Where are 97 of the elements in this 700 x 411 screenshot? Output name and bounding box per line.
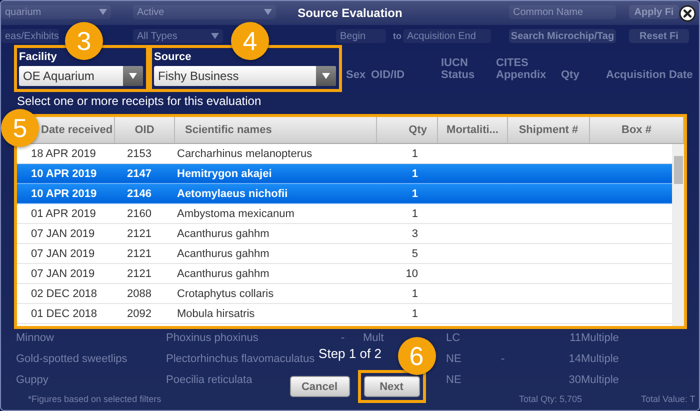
- table-row[interactable]: 10 APR 2019 2146 Aetomylaeus nichofii 1: [17, 184, 672, 204]
- table-cell: -: [501, 352, 505, 367]
- table-cell: Plectorhinchus flavomaculatus: [166, 352, 315, 367]
- next-button[interactable]: Next: [364, 376, 420, 397]
- table-cell: NE: [446, 373, 462, 388]
- column-header: OID/ID: [371, 69, 406, 81]
- table-cell-text: 07 JAN 2019: [30, 228, 96, 240]
- table-cell-text: 1: [410, 288, 419, 300]
- table-cell: LC: [446, 331, 460, 346]
- input-field[interactable]: Acquisition End: [403, 29, 491, 43]
- column-header: Sex: [346, 69, 367, 81]
- table-cell-text: 01 DEC 2018: [30, 308, 98, 320]
- table-cell-text: Crotaphytus collaris: [176, 288, 275, 300]
- table-cell: 14: [568, 352, 581, 367]
- table-cell: Multiple: [581, 352, 619, 367]
- total-value: Total Value: T: [641, 394, 696, 404]
- dropdown[interactable]: All Types: [133, 29, 223, 43]
- input-field[interactable]: Begin: [336, 29, 386, 43]
- table-cell-text: Ambystoma mexicanum: [176, 208, 296, 220]
- table-cell-text: Carcharhinus melanopterus: [176, 148, 314, 160]
- table-cell: Multiple: [581, 373, 619, 388]
- table-cell: 11: [570, 331, 581, 346]
- table-cell-text: 2160: [126, 208, 152, 220]
- column-header: IUCN Status: [441, 57, 476, 81]
- table-cell-text: 2121: [126, 268, 152, 280]
- step-indicator: Step 1 of 2: [318, 346, 382, 362]
- dropdown[interactable]: Fishy Business: [154, 66, 336, 86]
- table-cell: Minnow: [16, 331, 54, 346]
- table-cell: Poecilia reticulata: [166, 373, 252, 388]
- column-header[interactable]: Scientific names: [185, 124, 272, 136]
- table-cell-text: 07 JAN 2019: [30, 248, 96, 260]
- footnote: *Figures based on selected filters: [28, 394, 162, 404]
- callout-number: 5: [1, 109, 39, 147]
- table-cell-text: 01 APR 2019: [30, 208, 97, 220]
- table-cell-text: 10 APR 2019: [30, 188, 98, 200]
- table-cell-text: Mobula hirsatris: [176, 308, 256, 320]
- table-cell-text: Hemitrygon akajei: [176, 168, 273, 180]
- instruction-text: Select one or more receipts for this evaluation: [17, 94, 262, 108]
- table-cell: Mult: [363, 331, 384, 346]
- table-cell: Guppy: [16, 373, 48, 388]
- caret-icon: [211, 33, 219, 39]
- column-header: CITES Appendix: [496, 57, 548, 81]
- dropdown[interactable]: OE Aquarium: [19, 66, 143, 86]
- table-cell: Gold-spotted sweetlips: [16, 352, 128, 367]
- table-cell: Phoxinus phoxinus: [166, 331, 258, 346]
- field-label: Facility: [19, 51, 58, 64]
- column-header: Qty: [561, 69, 580, 81]
- close-icon[interactable]: [679, 5, 696, 22]
- filter-button[interactable]: Search Microchip/Tag: [509, 29, 616, 43]
- callout-number: 4: [231, 22, 269, 60]
- total-quantity: Total Qty: 5,705: [519, 394, 584, 404]
- column-header[interactable]: Shipment #: [518, 124, 578, 136]
- table-cell-text: 1: [410, 308, 419, 320]
- table-cell-text: 10: [404, 268, 419, 280]
- column-header[interactable]: Mortaliti...: [446, 124, 498, 136]
- table-cell-text: 1: [410, 208, 419, 220]
- table-cell-text: Acanthurus gahhm: [176, 228, 270, 240]
- table-cell-text: 07 JAN 2019: [30, 268, 96, 280]
- table-cell: Multiple: [581, 331, 619, 346]
- table-cell-text: 1: [410, 148, 419, 160]
- table-row[interactable]: 10 APR 2019 2147 Hemitrygon akajei 1: [17, 164, 672, 184]
- caret-icon: [129, 73, 137, 79]
- table-cell-text: 2121: [126, 228, 152, 240]
- table-cell-text: 3: [410, 228, 419, 240]
- field-label: Source: [154, 51, 192, 64]
- table-cell-text: 10 APR 2019: [30, 168, 98, 180]
- table-cell-text: Acanthurus gahhm: [176, 248, 270, 260]
- caret-icon: [322, 73, 330, 79]
- table-cell-text: 02 DEC 2018: [30, 288, 98, 300]
- table-cell: -: [341, 331, 345, 346]
- dialog-title: Source Evaluation: [298, 6, 402, 20]
- table-cell-text: Aetomylaeus nichofii: [176, 188, 289, 200]
- table-cell-text: 2121: [126, 248, 152, 260]
- callout-number: 6: [398, 337, 436, 375]
- table-cell-text: 2092: [126, 308, 152, 320]
- range-label: to: [393, 31, 401, 41]
- column-header[interactable]: Box #: [622, 124, 652, 136]
- column-header[interactable]: Date received: [41, 124, 113, 136]
- scrollbar[interactable]: [672, 144, 684, 326]
- table-cell-text: 2153: [126, 148, 152, 160]
- column-header: Acquisition Date: [606, 69, 694, 81]
- table-cell-text: 1: [410, 188, 419, 200]
- filter-button[interactable]: Reset Fi: [629, 29, 689, 43]
- table-cell-text: 2146: [126, 188, 152, 200]
- table-cell-text: 2147: [126, 168, 152, 180]
- column-header[interactable]: OID: [134, 124, 154, 136]
- callout-number: 3: [65, 22, 103, 60]
- column-header[interactable]: Qty: [408, 124, 427, 136]
- table-cell: 30: [568, 373, 581, 388]
- table-cell: NE: [446, 352, 462, 367]
- table-cell-text: 5: [410, 248, 419, 260]
- table-cell-text: 18 APR 2019: [30, 148, 97, 160]
- cancel-button[interactable]: Cancel: [290, 376, 350, 397]
- dropdown[interactable]: eas/Exhibits: [1, 29, 59, 43]
- table-cell-text: 1: [410, 168, 419, 180]
- table-cell-text: 2088: [126, 288, 152, 300]
- table-cell-text: Acanthurus gahhm: [176, 268, 270, 280]
